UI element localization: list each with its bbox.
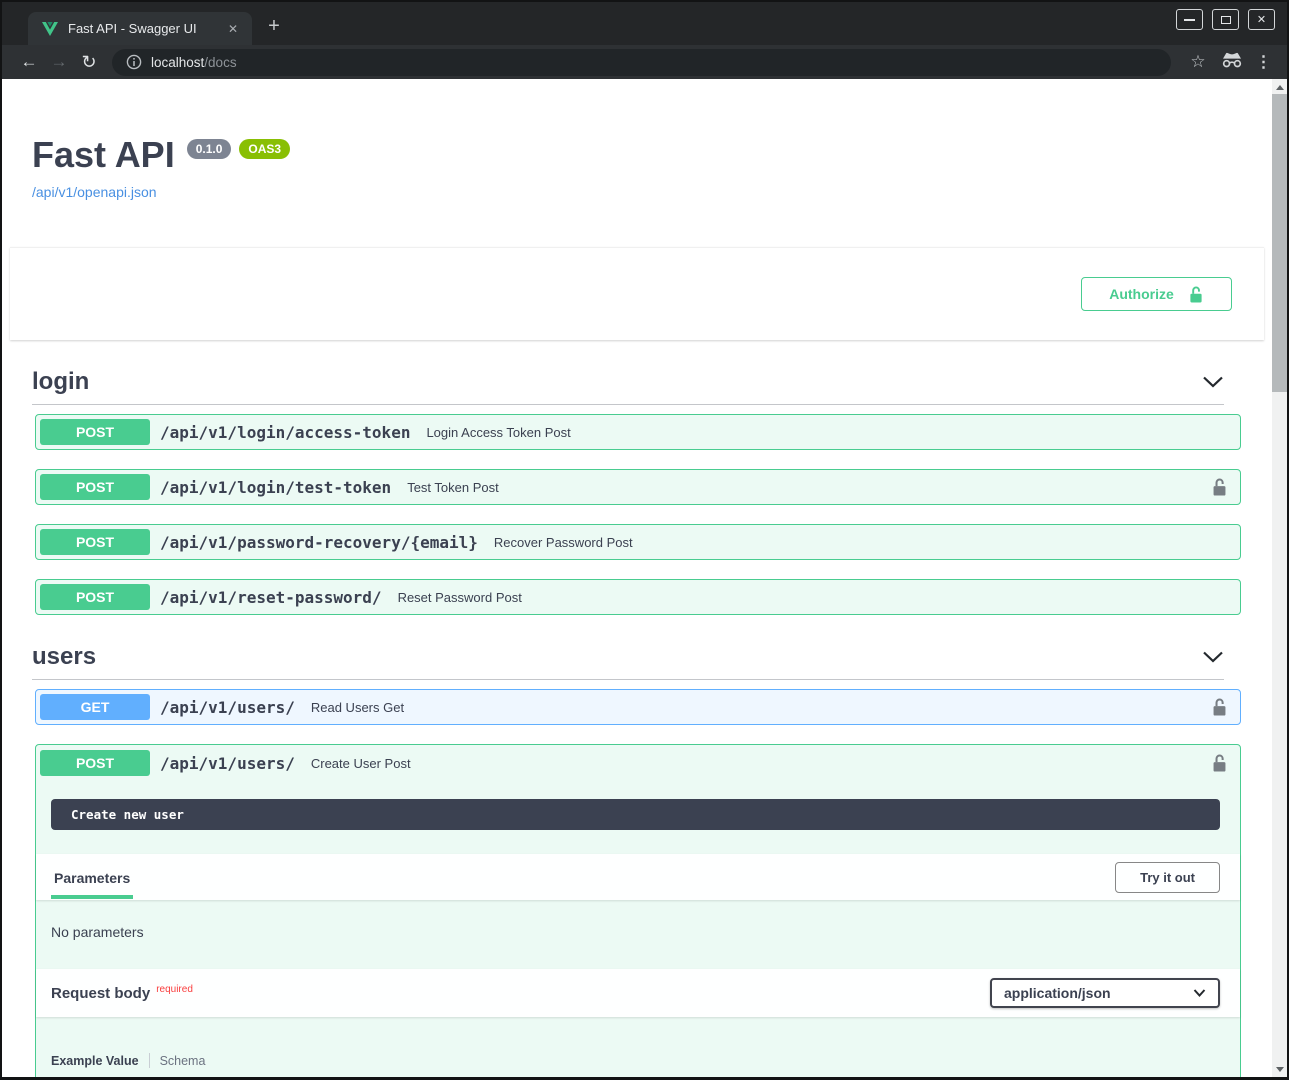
tab-divider <box>149 1053 150 1068</box>
incognito-icon <box>1217 52 1247 73</box>
close-button[interactable]: ✕ <box>1248 9 1275 30</box>
browser-window: Fast API - Swagger UI ✕ + ✕ ← → ↻ localh… <box>0 0 1289 1080</box>
endpoint-path: /api/v1/users/ <box>160 754 295 773</box>
endpoint-summary: Recover Password Post <box>494 535 633 550</box>
endpoint-path: /api/v1/users/ <box>160 698 295 717</box>
tab-parameters[interactable]: Parameters <box>51 856 133 899</box>
site-info-icon[interactable] <box>126 54 142 70</box>
endpoint-block-create-user: POST /api/v1/users/ Create User Post Cre… <box>35 744 1241 1077</box>
close-icon: ✕ <box>1257 13 1266 26</box>
browser-tab[interactable]: Fast API - Swagger UI ✕ <box>28 12 252 45</box>
endpoint-summary: Reset Password Post <box>398 590 522 605</box>
endpoint-row-create-user[interactable]: POST /api/v1/users/ Create User Post <box>36 745 1240 781</box>
swagger-page: Fast API 0.1.0 OAS3 /api/v1/openapi.json… <box>2 79 1272 1077</box>
forward-button[interactable]: → <box>44 52 74 72</box>
auth-lock-icon[interactable] <box>1211 477 1228 497</box>
endpoint-row-login-test-token[interactable]: POST /api/v1/login/test-token Test Token… <box>35 469 1241 505</box>
api-info: Fast API 0.1.0 OAS3 /api/v1/openapi.json <box>32 134 1242 202</box>
version-badge: 0.1.0 <box>187 139 232 159</box>
model-example-tabs: Example Value Schema <box>51 1053 1240 1068</box>
authorize-button[interactable]: Authorize <box>1081 277 1232 311</box>
operation-description: Create new user <box>51 799 1220 830</box>
page-title-row: Fast API 0.1.0 OAS3 <box>32 134 1242 176</box>
media-type-value: application/json <box>1004 985 1111 1001</box>
method-badge: POST <box>40 419 150 445</box>
new-tab-button[interactable]: + <box>260 13 288 41</box>
scrollbar-thumb[interactable] <box>1272 94 1287 392</box>
try-it-out-button[interactable]: Try it out <box>1115 862 1220 893</box>
endpoint-summary: Test Token Post <box>407 480 499 495</box>
endpoint-summary: Create User Post <box>311 756 411 771</box>
request-body-label: Request bodyrequired <box>51 984 193 1002</box>
endpoint-summary: Read Users Get <box>311 700 404 715</box>
url-host: localhost <box>151 55 204 70</box>
unlock-icon <box>1188 285 1204 304</box>
minimize-button[interactable] <box>1176 9 1203 30</box>
section-header-login[interactable]: login <box>32 368 1224 405</box>
section-title: users <box>32 643 96 671</box>
method-badge: POST <box>40 584 150 610</box>
tab-title: Fast API - Swagger UI <box>68 21 224 36</box>
tab-strip: Fast API - Swagger UI ✕ + ✕ <box>2 2 1287 45</box>
parameters-header: Parameters Try it out <box>36 854 1240 900</box>
openapi-spec-link[interactable]: /api/v1/openapi.json <box>32 184 157 200</box>
tab-close-icon[interactable]: ✕ <box>224 20 242 38</box>
request-body-header: Request bodyrequired application/json <box>36 969 1240 1017</box>
url-text[interactable]: localhost/docs <box>151 55 237 70</box>
endpoint-path: /api/v1/password-recovery/{email} <box>160 533 478 552</box>
page-scrollbar[interactable] <box>1272 79 1287 1077</box>
method-badge: POST <box>40 529 150 555</box>
toolbar-actions: ☆ ⋮ <box>1183 52 1277 73</box>
maximize-button[interactable] <box>1212 9 1239 30</box>
media-type-select[interactable]: application/json <box>990 978 1220 1008</box>
reload-button[interactable]: ↻ <box>74 52 104 73</box>
section-title: login <box>32 368 89 396</box>
method-badge: GET <box>40 694 150 720</box>
method-badge: POST <box>40 474 150 500</box>
scrollbar-up-arrow[interactable] <box>1272 80 1287 94</box>
endpoint-row-reset-password[interactable]: POST /api/v1/reset-password/ Reset Passw… <box>35 579 1241 615</box>
endpoint-path: /api/v1/login/access-token <box>160 423 410 442</box>
auth-lock-icon[interactable] <box>1211 753 1228 773</box>
scrollbar-down-arrow[interactable] <box>1272 1062 1287 1076</box>
endpoint-path: /api/v1/login/test-token <box>160 478 391 497</box>
method-badge: POST <box>40 750 150 776</box>
tab-schema[interactable]: Schema <box>160 1054 206 1068</box>
endpoint-row-password-recovery[interactable]: POST /api/v1/password-recovery/{email} R… <box>35 524 1241 560</box>
bookmark-star-icon[interactable]: ☆ <box>1183 52 1213 72</box>
browser-menu-icon[interactable]: ⋮ <box>1251 52 1277 72</box>
back-button[interactable]: ← <box>14 52 44 72</box>
required-label: required <box>156 984 193 995</box>
maximize-icon <box>1221 16 1231 24</box>
endpoint-row-login-access-token[interactable]: POST /api/v1/login/access-token Login Ac… <box>35 414 1241 450</box>
scheme-container: Authorize <box>10 247 1264 340</box>
tab-example-value[interactable]: Example Value <box>51 1054 139 1068</box>
chevron-down-icon[interactable] <box>1202 651 1224 663</box>
url-path: /docs <box>204 55 236 70</box>
oas-badge: OAS3 <box>239 139 290 159</box>
chevron-down-icon <box>1193 989 1206 997</box>
page-title: Fast API <box>32 134 175 176</box>
auth-lock-icon[interactable] <box>1211 697 1228 717</box>
browser-toolbar: ← → ↻ localhost/docs ☆ ⋮ <box>2 45 1287 79</box>
section-header-users[interactable]: users <box>32 643 1224 680</box>
favicon-icon <box>42 22 58 36</box>
chevron-down-icon[interactable] <box>1202 376 1224 388</box>
url-bar[interactable]: localhost/docs <box>112 49 1171 76</box>
no-parameters-text: No parameters <box>51 924 1240 940</box>
window-controls: ✕ <box>1176 9 1275 30</box>
authorize-label: Authorize <box>1109 286 1174 302</box>
endpoint-row-read-users[interactable]: GET /api/v1/users/ Read Users Get <box>35 689 1241 725</box>
minimize-icon <box>1184 19 1195 21</box>
endpoint-summary: Login Access Token Post <box>426 425 570 440</box>
endpoint-path: /api/v1/reset-password/ <box>160 588 382 607</box>
